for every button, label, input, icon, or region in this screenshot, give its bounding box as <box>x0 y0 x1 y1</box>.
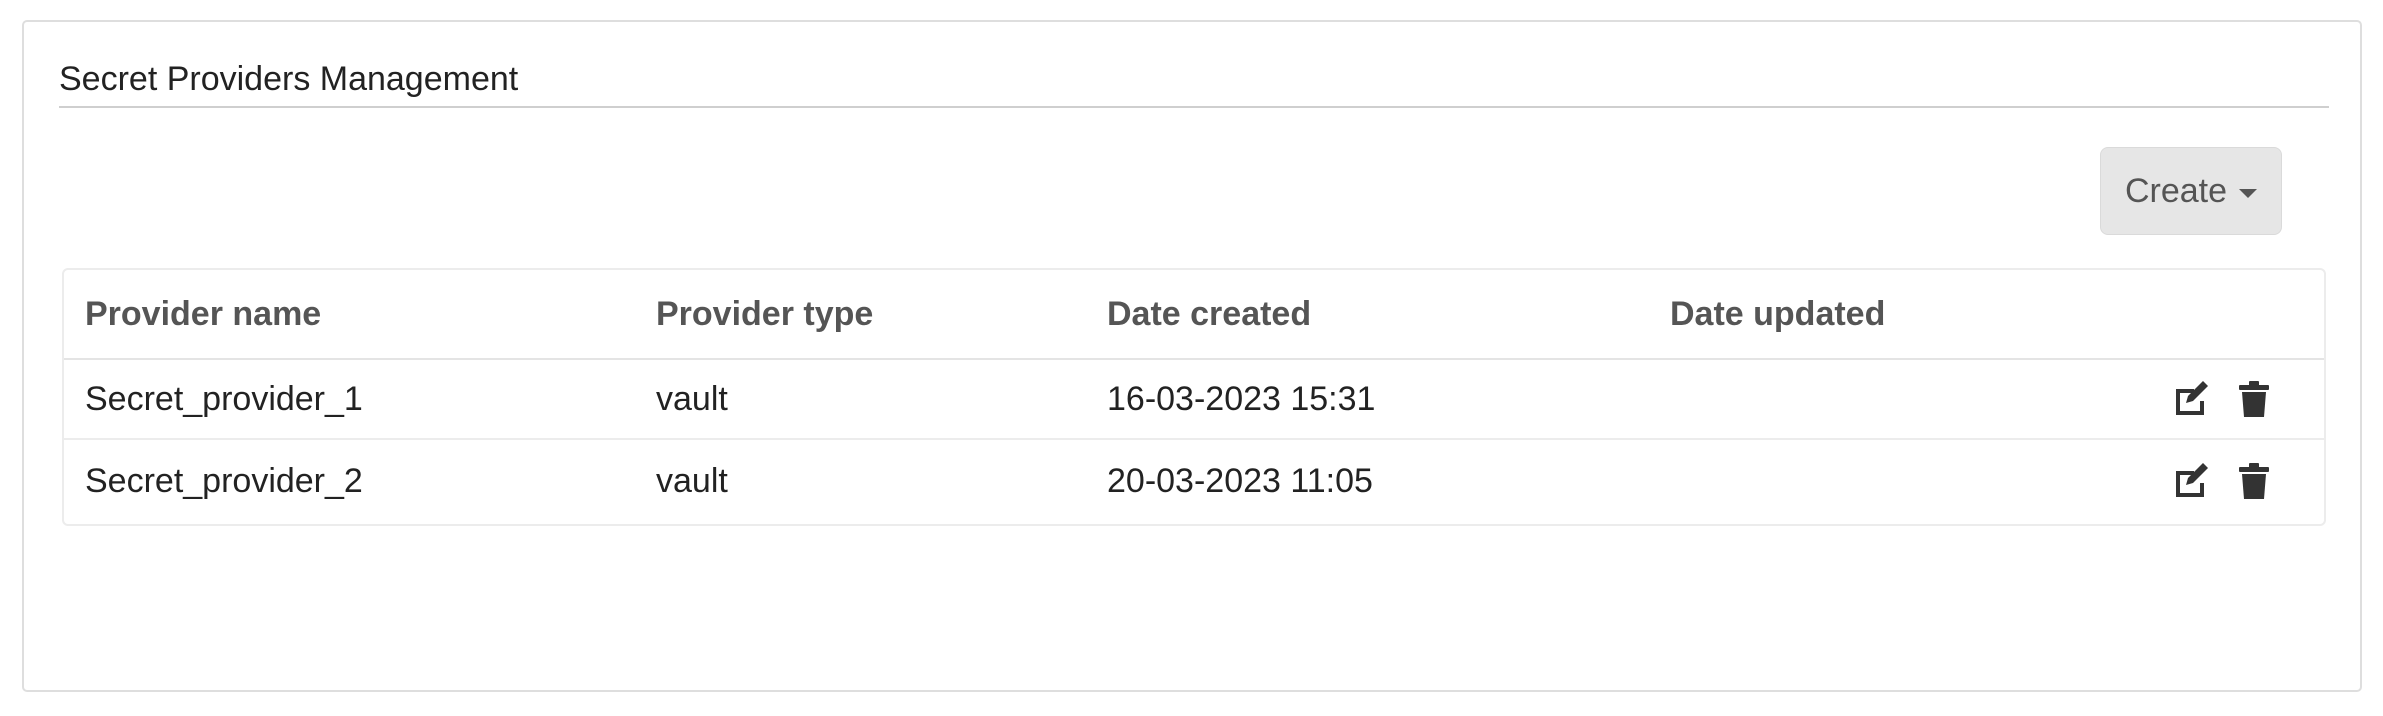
provider-name-cell: Secret_provider_1 <box>85 379 363 418</box>
row-actions <box>2170 441 2276 521</box>
table-row: Secret_provider_2 vault 20-03-2023 11:05 <box>64 441 2324 521</box>
title-divider <box>59 106 2329 108</box>
create-button[interactable]: Create <box>2100 147 2282 235</box>
trash-icon[interactable] <box>2232 459 2276 503</box>
provider-type-cell: vault <box>656 379 728 418</box>
caret-down-icon <box>2239 188 2258 198</box>
row-actions <box>2170 360 2276 438</box>
table-row: Secret_provider_1 vault 16-03-2023 15:31 <box>64 360 2324 440</box>
date-created-cell: 16-03-2023 15:31 <box>1107 379 1376 418</box>
column-header-provider-type[interactable]: Provider type <box>656 270 873 358</box>
date-created-cell: 20-03-2023 11:05 <box>1107 461 1373 500</box>
create-button-label: Create <box>2124 171 2228 210</box>
provider-type-cell: vault <box>656 461 728 500</box>
column-header-date-created[interactable]: Date created <box>1107 270 1311 358</box>
page-title: Secret Providers Management <box>59 60 519 98</box>
edit-icon[interactable] <box>2170 459 2214 503</box>
edit-icon[interactable] <box>2170 377 2214 421</box>
secret-providers-panel: Secret Providers Management Create Provi… <box>22 20 2362 692</box>
providers-table: Provider name Provider type Date created… <box>62 268 2326 526</box>
trash-icon[interactable] <box>2232 377 2276 421</box>
provider-name-cell: Secret_provider_2 <box>85 461 363 500</box>
column-header-date-updated[interactable]: Date updated <box>1670 270 1885 358</box>
column-header-provider-name[interactable]: Provider name <box>85 270 321 358</box>
table-header: Provider name Provider type Date created… <box>64 270 2324 360</box>
